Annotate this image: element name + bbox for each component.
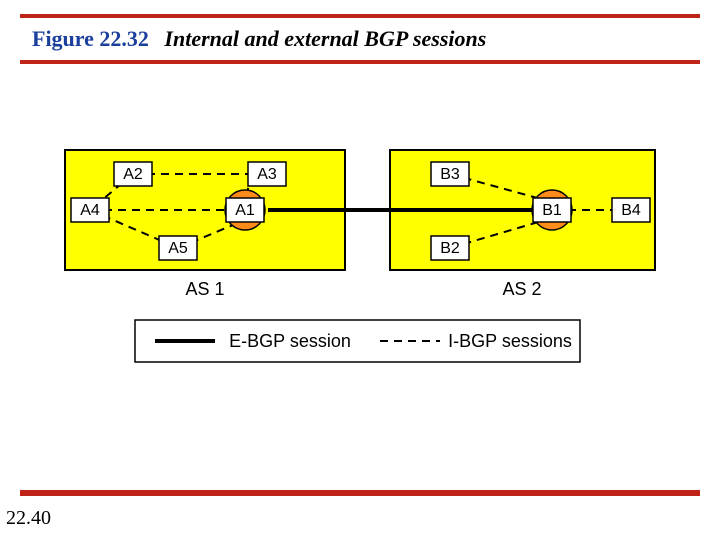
- as2-label: AS 2: [502, 279, 541, 299]
- page-number: 22.40: [6, 507, 51, 530]
- diagram-svg: A1 A2 A3 A4 A5 B1 B3 B2 B4 AS 1 AS 2: [60, 140, 660, 400]
- legend-ebgp-label: E-BGP session: [229, 331, 351, 351]
- node-b2-label: B2: [440, 240, 460, 257]
- page: Figure 22.32 Internal and external BGP s…: [0, 0, 720, 540]
- node-a3-label: A3: [257, 166, 277, 183]
- node-a5-label: A5: [168, 240, 188, 257]
- figure-caption: Internal and external BGP sessions: [164, 26, 486, 51]
- rule-bottom: [20, 490, 700, 496]
- node-b3-label: B3: [440, 166, 460, 183]
- as1-label: AS 1: [185, 279, 224, 299]
- node-a1-label: A1: [235, 202, 255, 219]
- figure-header: Figure 22.32 Internal and external BGP s…: [32, 26, 486, 52]
- rule-top: [20, 14, 700, 18]
- rule-under-title: [20, 60, 700, 64]
- node-a2-label: A2: [123, 166, 143, 183]
- node-a4-label: A4: [80, 202, 100, 219]
- figure-label: Figure 22.32: [32, 26, 149, 51]
- legend-ibgp-label: I-BGP sessions: [448, 331, 572, 351]
- bgp-diagram: A1 A2 A3 A4 A5 B1 B3 B2 B4 AS 1 AS 2: [60, 140, 660, 400]
- node-b1-label: B1: [542, 202, 562, 219]
- node-b4-label: B4: [621, 202, 641, 219]
